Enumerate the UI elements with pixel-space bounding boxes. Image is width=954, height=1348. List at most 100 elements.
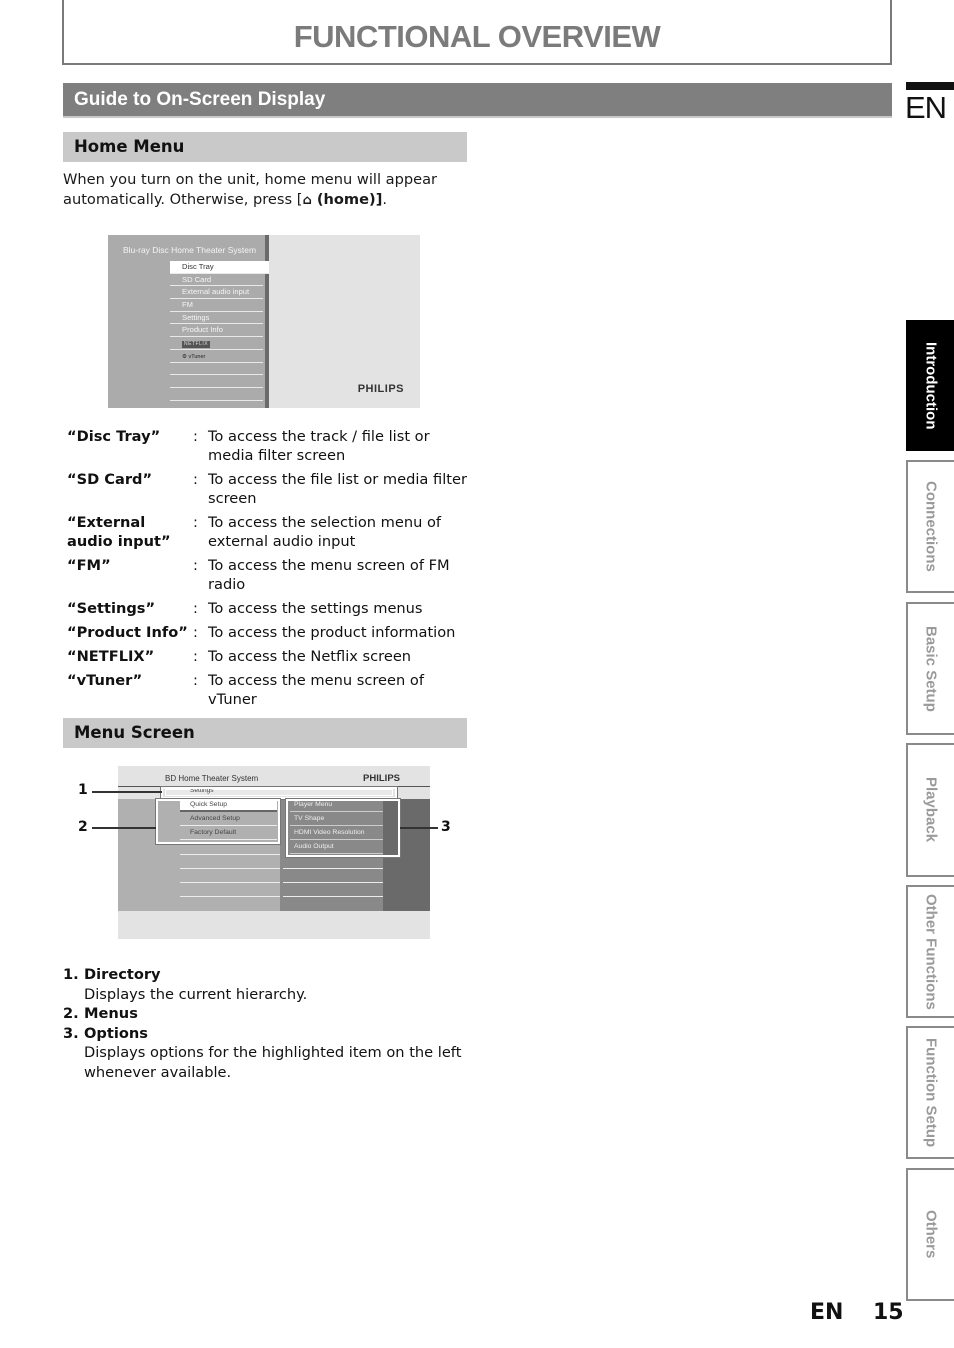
definition-term: “Product Info” xyxy=(67,624,188,641)
page-number: 15 xyxy=(873,1300,904,1325)
definition-row: “External audio input”: To access the sel… xyxy=(67,513,477,551)
definition-term: “FM” xyxy=(67,557,111,574)
intro-end: . xyxy=(382,191,388,208)
definition-term: “Disc Tray” xyxy=(67,428,161,445)
tab-function-setup[interactable]: Function Setup xyxy=(906,1026,954,1159)
legend-title: Directory xyxy=(84,966,161,983)
legend-number: 2. xyxy=(63,1005,79,1022)
tab-connections[interactable]: Connections xyxy=(906,460,954,593)
tab-label: Others xyxy=(922,1210,940,1259)
home-menu-heading: Home Menu xyxy=(63,132,467,162)
tab-label: Function Setup xyxy=(922,1037,940,1148)
definition-term: “SD Card” xyxy=(67,471,153,488)
home-menu-item-netflix[interactable]: NETFLIX xyxy=(170,337,263,350)
page-title: FUNCTIONAL OVERVIEW xyxy=(293,18,661,54)
colon: : xyxy=(193,600,198,617)
tab-label: Introduction xyxy=(922,341,940,430)
section-title: Guide to On-Screen Display xyxy=(63,83,892,118)
system-title: Blu-ray Disc Home Theater System xyxy=(123,245,257,255)
colon: : xyxy=(193,648,198,665)
callout-1: 1 xyxy=(78,782,88,798)
home-menu-item-disc-tray[interactable]: Disc Tray xyxy=(170,261,269,274)
home-menu-item-vtuner[interactable]: ⚙ vTuner xyxy=(170,350,263,363)
home-menu-item-fm[interactable]: FM xyxy=(170,299,263,312)
tab-other-functions[interactable]: Other Functions xyxy=(906,885,954,1018)
callout-2: 2 xyxy=(78,819,88,835)
legend-item: 3. Options xyxy=(63,1024,473,1044)
empty-row-rule xyxy=(180,882,280,883)
philips-logo: PHILIPS xyxy=(357,383,404,395)
tab-basic-setup[interactable]: Basic Setup xyxy=(906,602,954,735)
callout-3: 3 xyxy=(441,819,451,835)
home-menu-item-empty xyxy=(170,375,263,388)
definition-row: “Settings”: To access the settings menus xyxy=(67,599,477,618)
definition-row: “FM”: To access the menu screen of FM rad… xyxy=(67,556,477,594)
vtuner-logo: ⚙ vTuner xyxy=(182,353,206,360)
definition-row: “Product Info”: To access the product inf… xyxy=(67,623,477,642)
home-menu-definitions: “Disc Tray”: To access the track / file l… xyxy=(67,427,477,714)
tab-label: Playback xyxy=(922,777,940,843)
definition-row: “vTuner”: To access the menu screen of vT… xyxy=(67,671,477,709)
home-menu-list: Disc Tray SD Card External audio input F… xyxy=(170,261,269,401)
definition-desc: To access the file list or media filter … xyxy=(208,471,467,507)
home-menu-item-settings[interactable]: Settings xyxy=(170,312,263,325)
empty-row-rule xyxy=(283,896,383,897)
callout-line-3 xyxy=(400,827,438,829)
colon: : xyxy=(193,672,198,689)
empty-row-rule xyxy=(180,868,280,869)
menu-screen-heading: Menu Screen xyxy=(63,718,467,748)
home-menu-item-external-audio[interactable]: External audio input xyxy=(170,286,263,300)
home-menu-item-empty xyxy=(170,363,263,376)
options-callout-box xyxy=(285,798,401,858)
footer-language: EN xyxy=(810,1300,844,1325)
legend-item: 1. Directory xyxy=(63,965,473,985)
home-menu-item-empty xyxy=(170,388,263,401)
tab-label: Connections xyxy=(922,481,940,572)
tab-others[interactable]: Others xyxy=(906,1168,954,1301)
menu-screen-legend: 1. Directory Displays the current hierarc… xyxy=(63,965,473,1082)
tab-label: Basic Setup xyxy=(922,625,940,712)
home-menu-intro: When you turn on the unit, home menu wil… xyxy=(63,170,473,211)
home-icon: ⌂ xyxy=(302,193,312,208)
callout-line-2 xyxy=(92,827,156,829)
legend-title: Menus xyxy=(84,1005,138,1022)
tab-label: Other Functions xyxy=(922,893,940,1010)
page-title-box: FUNCTIONAL OVERVIEW xyxy=(62,0,892,65)
empty-row-rule xyxy=(283,882,383,883)
language-label: EN xyxy=(905,90,947,125)
definition-term: “Settings” xyxy=(67,600,156,617)
definition-desc: To access the settings menus xyxy=(208,600,423,617)
definition-desc: To access the menu screen of FM radio xyxy=(208,557,450,593)
empty-row-rule xyxy=(283,868,383,869)
tab-playback[interactable]: Playback xyxy=(906,743,954,877)
legend-number: 3. xyxy=(63,1024,79,1042)
definition-desc: To access the selection menu of external… xyxy=(208,514,442,550)
legend-title: Options xyxy=(84,1024,148,1042)
definition-row: “Disc Tray”: To access the track / file l… xyxy=(67,427,477,465)
definition-desc: To access the product information xyxy=(208,624,456,641)
philips-logo: PHILIPS xyxy=(363,773,400,784)
definition-row: “SD Card”: To access the file list or med… xyxy=(67,470,477,508)
definition-term: “External audio input” xyxy=(67,514,171,550)
definition-term: “NETFLIX” xyxy=(67,648,155,665)
colon: : xyxy=(193,428,198,445)
definition-desc: To access the Netflix screen xyxy=(208,648,412,665)
legend-number: 1. xyxy=(63,966,79,983)
definition-row: “NETFLIX”: To access the Netflix screen xyxy=(67,647,477,666)
empty-row-rule xyxy=(180,854,280,855)
empty-row-rule xyxy=(180,896,280,897)
home-menu-item-sd-card[interactable]: SD Card xyxy=(170,274,263,287)
menus-callout-box xyxy=(155,798,281,845)
home-menu-screenshot: Blu-ray Disc Home Theater System Disc Tr… xyxy=(108,235,420,408)
language-marker-bar xyxy=(906,82,954,90)
home-menu-item-product-info[interactable]: Product Info xyxy=(170,324,263,338)
system-title: BD Home Theater System xyxy=(165,774,259,783)
definition-term: “vTuner” xyxy=(67,672,143,689)
legend-desc: Displays options for the highlighted ite… xyxy=(84,1044,462,1081)
directory-callout-box xyxy=(160,786,398,800)
definition-desc: To access the track / file list or media… xyxy=(208,428,430,464)
tab-introduction[interactable]: Introduction xyxy=(906,320,954,451)
colon: : xyxy=(193,471,198,488)
netflix-logo: NETFLIX xyxy=(182,341,211,349)
colon: : xyxy=(193,514,198,531)
